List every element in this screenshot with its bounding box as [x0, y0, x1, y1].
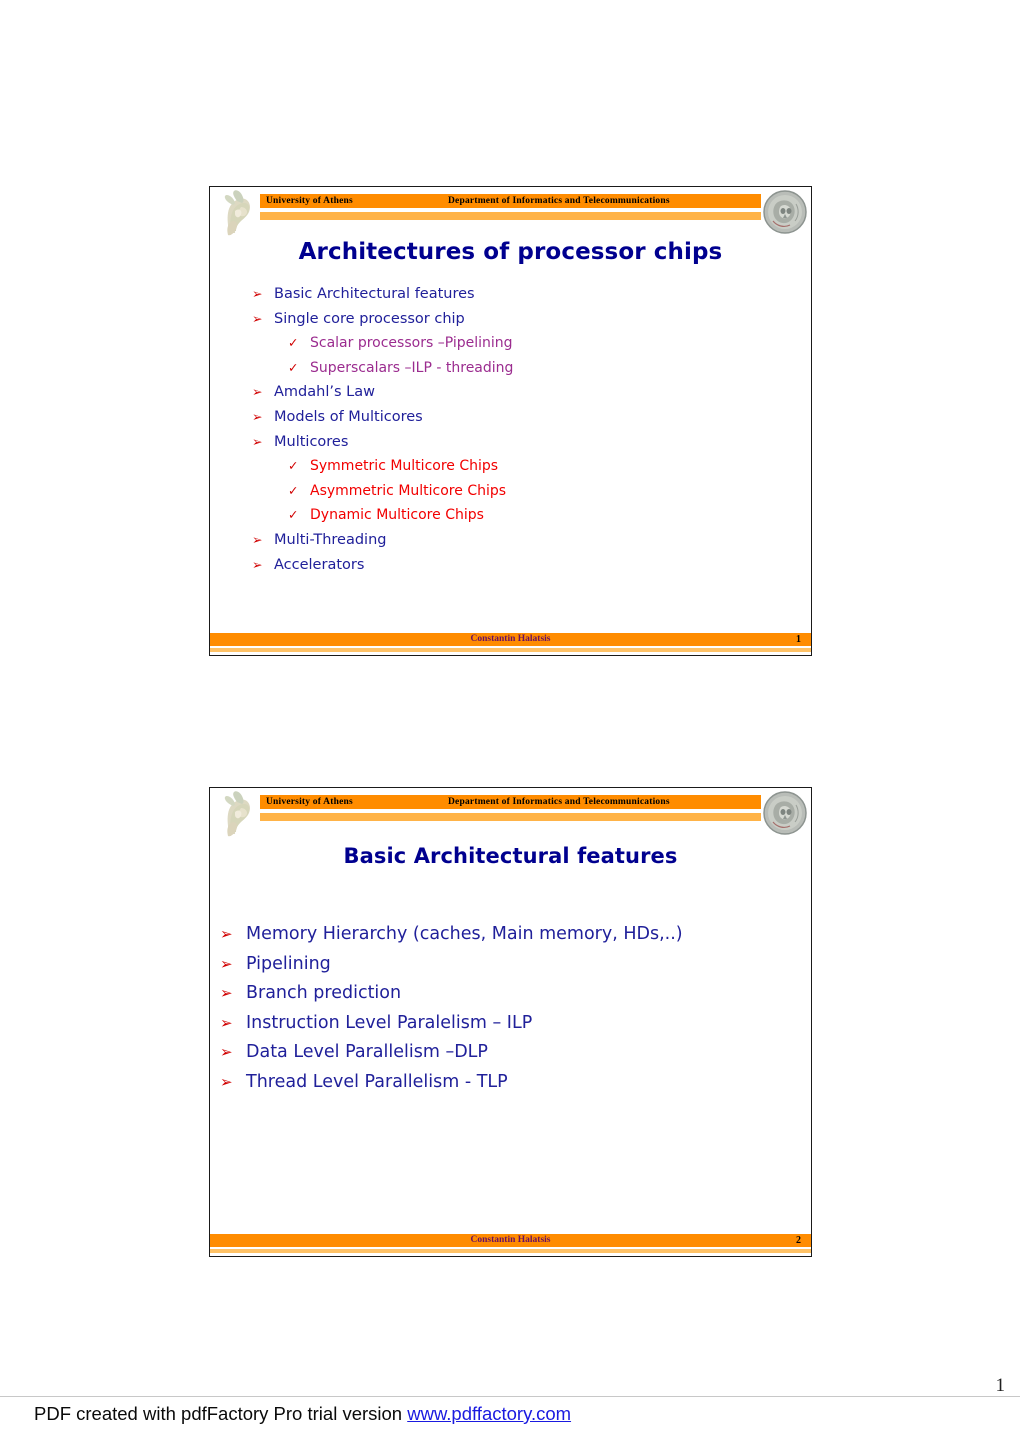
list-item: ➢ Pipelining: [210, 950, 811, 980]
footer-author-label: Constantin Halatsis: [470, 634, 551, 644]
greek-coin-icon: [762, 188, 808, 236]
check-bullet-icon: ✓: [288, 359, 299, 375]
check-bullet-icon: ✓: [288, 458, 299, 474]
list-item-label: Pipelining: [246, 953, 331, 974]
header-university-label: University of Athens: [266, 797, 353, 807]
slide-header: University of Athens Department of Infor…: [210, 187, 811, 236]
list-item: ➢ Memory Hierarchy (caches, Main memory,…: [210, 920, 811, 950]
footer-orange-bar-light: [210, 1249, 811, 1253]
athena-statue-icon: [215, 790, 257, 837]
list-item-label: Models of Multicores: [274, 408, 423, 425]
list-item: ➢ Single core processor chip: [210, 307, 811, 332]
check-bullet-icon: ✓: [288, 335, 299, 351]
footer-orange-bar-light: [210, 648, 811, 652]
slide-page-number: 2: [796, 1235, 801, 1246]
arrow-bullet-icon: ➢: [220, 984, 233, 1002]
athena-statue-icon: [215, 189, 257, 236]
list-item-label: Memory Hierarchy (caches, Main memory, H…: [246, 924, 683, 944]
slide-footer: Constantin Halatsis 2: [210, 1232, 811, 1254]
footer-author-label: Constantin Halatsis: [470, 1235, 551, 1245]
list-item-label: Superscalars –ILP - threading: [310, 359, 514, 376]
slide-2: University of Athens Department of Infor…: [209, 787, 812, 1257]
arrow-bullet-icon: ➢: [252, 408, 263, 424]
header-department-label: Department of Informatics and Telecommun…: [448, 196, 670, 206]
list-item-label: Thread Level Parallelism - TLP: [246, 1071, 508, 1092]
slide-bullet-list: ➢ Memory Hierarchy (caches, Main memory,…: [210, 920, 811, 1097]
list-item-label: Single core processor chip: [274, 310, 465, 327]
arrow-bullet-icon: ➢: [252, 531, 263, 547]
list-item-label: Dynamic Multicore Chips: [310, 507, 484, 524]
list-item: ✓ Symmetric Multicore Chips: [210, 454, 811, 479]
list-item: ➢ Thread Level Parallelism - TLP: [210, 1068, 811, 1098]
list-item-label: Basic Architectural features: [274, 286, 475, 302]
header-orange-bar-light: [260, 813, 761, 821]
list-item-label: Instruction Level Paralelism – ILP: [246, 1012, 533, 1033]
check-bullet-icon: ✓: [288, 482, 299, 498]
header-orange-bar-light: [260, 212, 761, 220]
arrow-bullet-icon: ➢: [220, 925, 233, 943]
list-item-label: Multicores: [274, 433, 349, 450]
list-item: ➢ Accelerators: [210, 553, 811, 578]
slide-title: Basic Architectural features: [343, 844, 678, 868]
arrow-bullet-icon: ➢: [220, 1013, 233, 1032]
list-item: ✓ Dynamic Multicore Chips: [210, 503, 811, 528]
list-item-label: Multi-Threading: [274, 531, 387, 548]
document-page: University of Athens Department of Infor…: [0, 0, 1020, 1443]
pdf-footer-notice: PDF created with pdfFactory Pro trial ve…: [34, 1403, 571, 1425]
arrow-bullet-icon: ➢: [252, 433, 263, 449]
list-item-label: Amdahl’s Law: [274, 384, 375, 401]
list-item-label: Branch prediction: [246, 983, 402, 1003]
slide-page-number: 1: [796, 634, 801, 645]
slide-footer: Constantin Halatsis 1: [210, 631, 811, 653]
header-university-label: University of Athens: [266, 196, 353, 206]
list-item-label: Data Level Parallelism –DLP: [246, 1042, 488, 1062]
pdffactory-link[interactable]: www.pdffactory.com: [407, 1403, 571, 1424]
list-item: ➢ Instruction Level Paralelism – ILP: [210, 1009, 811, 1039]
slide-header: University of Athens Department of Infor…: [210, 788, 811, 837]
list-item: ✓ Scalar processors –Pipelining: [210, 331, 811, 356]
list-item: ➢ Data Level Parallelism –DLP: [210, 1038, 811, 1068]
check-bullet-icon: ✓: [288, 507, 299, 523]
footer-divider: [0, 1396, 1020, 1397]
arrow-bullet-icon: ➢: [252, 556, 263, 572]
list-item-label: Accelerators: [274, 556, 365, 573]
header-department-label: Department of Informatics and Telecommun…: [448, 797, 670, 807]
list-item-label: Asymmetric Multicore Chips: [310, 482, 507, 499]
list-item: ➢ Basic Architectural features: [210, 282, 811, 307]
pdf-footer-text: PDF created with pdfFactory Pro trial ve…: [34, 1403, 408, 1424]
arrow-bullet-icon: ➢: [252, 310, 263, 326]
slide-title: Architectures of processor chips: [298, 239, 723, 265]
arrow-bullet-icon: ➢: [220, 1072, 233, 1091]
list-item: ➢ Models of Multicores: [210, 405, 811, 430]
arrow-bullet-icon: ➢: [252, 384, 263, 400]
list-item: ➢ Multicores: [210, 430, 811, 455]
list-item-label: Scalar processors –Pipelining: [310, 335, 513, 352]
list-item: ➢ Amdahl’s Law: [210, 380, 811, 405]
greek-coin-icon: [762, 789, 808, 837]
arrow-bullet-icon: ➢: [252, 286, 263, 301]
slide-bullet-list: ➢ Basic Architectural features ➢ Single …: [210, 282, 811, 577]
document-page-number: 1: [995, 1375, 1006, 1396]
list-item: ✓ Asymmetric Multicore Chips: [210, 479, 811, 504]
list-item: ➢ Branch prediction: [210, 979, 811, 1009]
list-item-label: Symmetric Multicore Chips: [310, 458, 499, 475]
list-item: ➢ Multi-Threading: [210, 528, 811, 553]
arrow-bullet-icon: ➢: [220, 1043, 233, 1061]
slide-1: University of Athens Department of Infor…: [209, 186, 812, 656]
arrow-bullet-icon: ➢: [220, 954, 233, 973]
list-item: ✓ Superscalars –ILP - threading: [210, 356, 811, 381]
